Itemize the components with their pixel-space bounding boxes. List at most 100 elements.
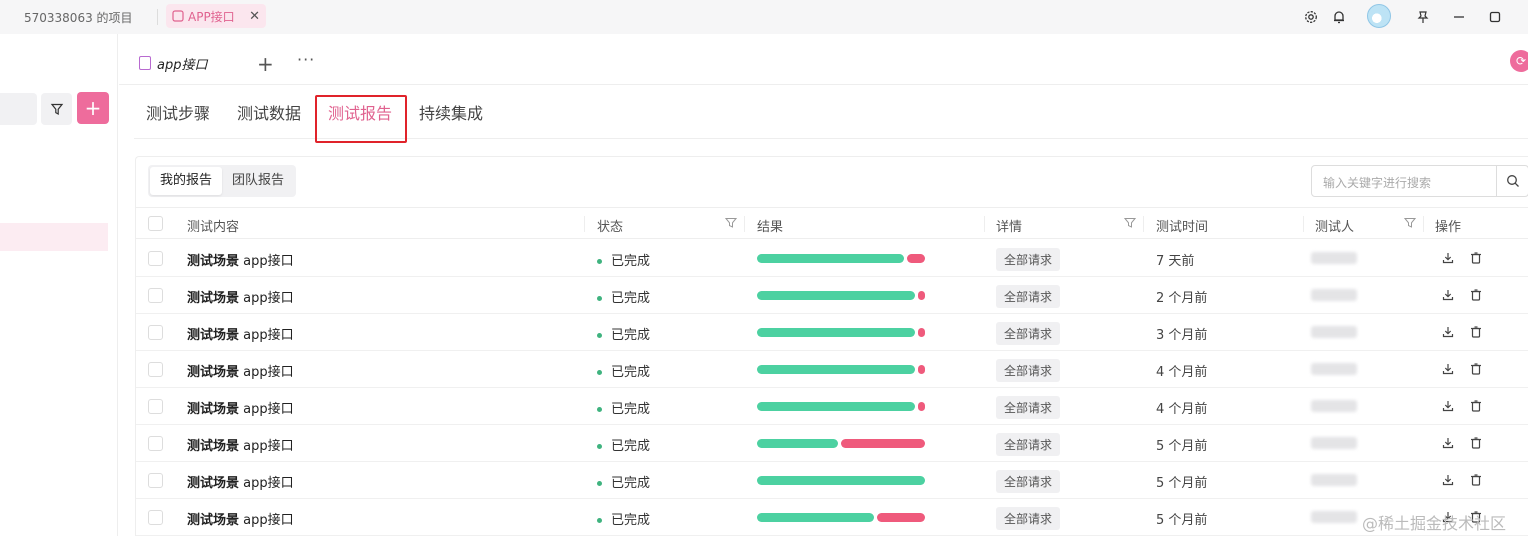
- table-row[interactable]: 测试场景 app接口 已完成 全部请求 4 个月前: [136, 388, 1528, 425]
- divider: [1423, 216, 1424, 232]
- status-dot: [597, 259, 602, 264]
- filter-icon[interactable]: [41, 93, 72, 125]
- table-row[interactable]: 测试场景 app接口 已完成 全部请求 4 个月前: [136, 351, 1528, 388]
- detail-tag[interactable]: 全部请求: [996, 359, 1061, 382]
- report-segment: 我的报告 团队报告: [148, 165, 297, 197]
- row-checkbox[interactable]: [148, 288, 163, 303]
- maximize-icon[interactable]: [1486, 8, 1504, 26]
- table-row[interactable]: 测试场景 app接口 已完成 全部请求 5 个月前: [136, 425, 1528, 462]
- close-icon[interactable]: ✕: [249, 9, 260, 24]
- trash-icon[interactable]: [1469, 473, 1483, 487]
- filter-icon[interactable]: [725, 217, 737, 229]
- download-icon[interactable]: [1441, 325, 1455, 339]
- download-icon[interactable]: [1441, 362, 1455, 376]
- project-tab[interactable]: 570338063 的项目: [24, 9, 133, 26]
- tester-name-redacted: [1311, 289, 1357, 301]
- filter-icon[interactable]: [1404, 217, 1416, 229]
- header-result: 结果: [757, 220, 784, 235]
- segment-my-reports[interactable]: 我的报告: [150, 167, 223, 195]
- detail-tag[interactable]: 全部请求: [996, 322, 1061, 345]
- tab-test-data[interactable]: 测试数据: [237, 100, 301, 124]
- avatar[interactable]: [1367, 4, 1391, 28]
- table-row[interactable]: 测试场景 app接口 已完成 全部请求 3 个月前: [136, 314, 1528, 351]
- trash-icon[interactable]: [1469, 399, 1483, 413]
- sync-icon[interactable]: ⟳: [1510, 50, 1528, 72]
- trash-icon[interactable]: [1469, 251, 1483, 265]
- tester-name-redacted: [1311, 363, 1357, 375]
- row-time: 5 个月前: [1156, 439, 1208, 454]
- row-title: 测试场景 app接口: [187, 365, 294, 380]
- detail-tag[interactable]: 全部请求: [996, 507, 1061, 530]
- tab-app-interface[interactable]: APP接口 ✕: [166, 4, 266, 28]
- row-checkbox[interactable]: [148, 436, 163, 451]
- fail-bar: [918, 402, 925, 411]
- trash-icon[interactable]: [1469, 288, 1483, 302]
- sidebar-search-input[interactable]: [0, 93, 37, 125]
- sidebar-item-selected[interactable]: [0, 223, 108, 251]
- row-time: 4 个月前: [1156, 365, 1208, 380]
- row-checkbox[interactable]: [148, 473, 163, 488]
- row-status: 已完成: [597, 509, 650, 528]
- pass-bar: [757, 328, 915, 337]
- download-icon[interactable]: [1441, 436, 1455, 450]
- trash-icon[interactable]: [1469, 325, 1483, 339]
- tab-ci[interactable]: 持续集成: [419, 100, 483, 124]
- row-time: 5 个月前: [1156, 476, 1208, 491]
- table-row[interactable]: 测试场景 app接口 已完成 全部请求 5 个月前: [136, 462, 1528, 499]
- more-icon[interactable]: ···: [297, 50, 315, 69]
- tester-name-redacted: [1311, 511, 1357, 523]
- download-icon[interactable]: [1441, 288, 1455, 302]
- table-row[interactable]: 测试场景 app接口 已完成 全部请求 5 个月前: [136, 499, 1528, 536]
- add-button[interactable]: +: [77, 92, 109, 124]
- divider: [119, 84, 1528, 85]
- search-icon[interactable]: [1496, 166, 1528, 196]
- fail-bar: [918, 328, 925, 337]
- download-icon[interactable]: [1441, 251, 1455, 265]
- row-status: 已完成: [597, 472, 650, 491]
- result-bar: [757, 402, 925, 411]
- detail-tag[interactable]: 全部请求: [996, 470, 1061, 493]
- row-time: 4 个月前: [1156, 402, 1208, 417]
- row-checkbox[interactable]: [148, 362, 163, 377]
- detail-tag[interactable]: 全部请求: [996, 248, 1061, 271]
- tab-test-steps[interactable]: 测试步骤: [146, 100, 210, 124]
- fail-bar: [877, 513, 925, 522]
- header-time: 测试时间: [1156, 220, 1209, 235]
- search-input[interactable]: 输入关键字进行搜索: [1311, 165, 1528, 197]
- table-header: 测试内容 状态 结果 详情 测试时间 测试人 操作: [136, 207, 1528, 239]
- table-row[interactable]: 测试场景 app接口 已完成 全部请求 7 天前: [136, 240, 1528, 277]
- gear-icon[interactable]: [1302, 8, 1320, 26]
- row-status: 已完成: [597, 435, 650, 454]
- row-checkbox[interactable]: [148, 399, 163, 414]
- status-dot: [597, 333, 602, 338]
- download-icon[interactable]: [1441, 473, 1455, 487]
- trash-icon[interactable]: [1469, 436, 1483, 450]
- row-checkbox[interactable]: [148, 325, 163, 340]
- minimize-icon[interactable]: [1450, 8, 1468, 26]
- bell-icon[interactable]: [1330, 8, 1348, 26]
- download-icon[interactable]: [1441, 399, 1455, 413]
- row-checkbox[interactable]: [148, 510, 163, 525]
- pass-bar: [757, 254, 904, 263]
- pin-icon[interactable]: [1414, 8, 1432, 26]
- row-checkbox[interactable]: [148, 251, 163, 266]
- add-tab-button[interactable]: +: [257, 52, 274, 76]
- tester-name-redacted: [1311, 326, 1357, 338]
- pass-bar: [757, 513, 874, 522]
- detail-tag[interactable]: 全部请求: [996, 285, 1061, 308]
- table-row[interactable]: 测试场景 app接口 已完成 全部请求 2 个月前: [136, 277, 1528, 314]
- row-status: 已完成: [597, 398, 650, 417]
- row-time: 2 个月前: [1156, 291, 1208, 306]
- detail-tag[interactable]: 全部请求: [996, 433, 1061, 456]
- doc-tab-app[interactable]: app接口: [127, 44, 243, 84]
- select-all-checkbox[interactable]: [148, 216, 163, 231]
- segment-team-reports[interactable]: 团队报告: [222, 167, 294, 195]
- row-title: 测试场景 app接口: [187, 291, 294, 306]
- row-title: 测试场景 app接口: [187, 254, 294, 269]
- highlight-box: [315, 95, 407, 143]
- trash-icon[interactable]: [1469, 362, 1483, 376]
- header-actions: 操作: [1435, 220, 1462, 235]
- detail-tag[interactable]: 全部请求: [996, 396, 1061, 419]
- filter-icon[interactable]: [1124, 217, 1136, 229]
- fail-bar: [918, 291, 925, 300]
